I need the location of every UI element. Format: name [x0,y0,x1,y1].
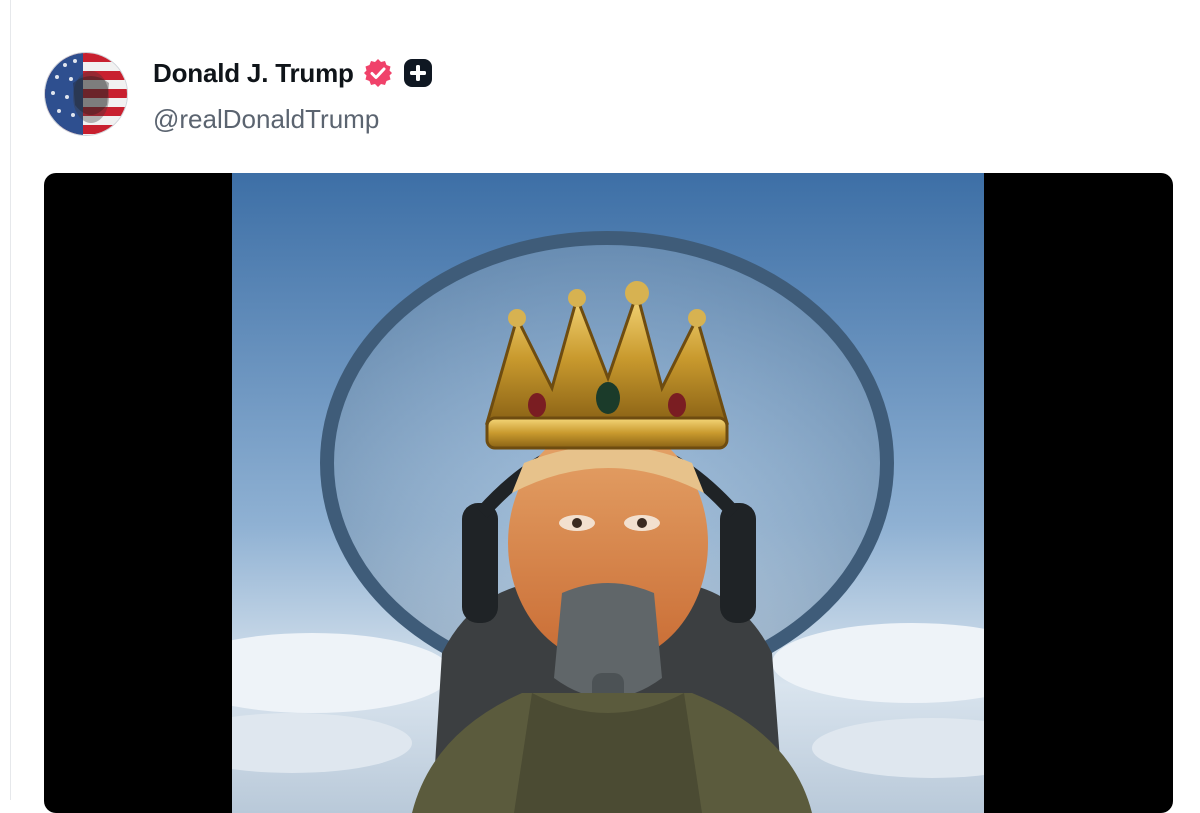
author-handle[interactable]: @realDonaldTrump [153,104,379,135]
verified-badge-icon [362,57,394,89]
column-divider [10,0,11,800]
avatar[interactable] [44,52,128,136]
post-media[interactable] [44,173,1173,813]
author-name-row: Donald J. Trump [153,57,433,89]
author-display-name[interactable]: Donald J. Trump [153,58,354,89]
post-image[interactable] [232,173,984,813]
post-header: Donald J. Trump @realDonaldTrump [44,52,744,138]
subscriber-plus-badge-icon [403,58,433,88]
